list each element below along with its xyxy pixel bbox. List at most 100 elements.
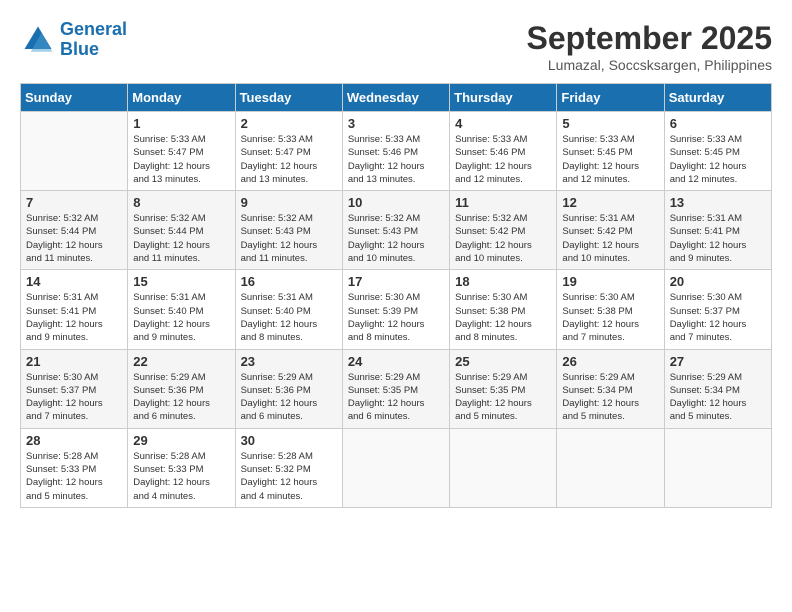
day-number: 29 — [133, 433, 229, 448]
day-number: 7 — [26, 195, 122, 210]
calendar-cell: 25 Sunrise: 5:29 AM Sunset: 5:35 PM Dayli… — [450, 349, 557, 428]
calendar-cell: 20 Sunrise: 5:30 AM Sunset: 5:37 PM Dayli… — [664, 270, 771, 349]
day-info: Sunrise: 5:33 AM Sunset: 5:45 PM Dayligh… — [562, 133, 658, 186]
logo-line1: General — [60, 19, 127, 39]
calendar-cell — [21, 112, 128, 191]
day-info: Sunrise: 5:28 AM Sunset: 5:33 PM Dayligh… — [133, 450, 229, 503]
day-info: Sunrise: 5:28 AM Sunset: 5:33 PM Dayligh… — [26, 450, 122, 503]
location: Lumazal, Soccsksargen, Philippines — [527, 57, 772, 73]
day-info: Sunrise: 5:29 AM Sunset: 5:34 PM Dayligh… — [670, 371, 766, 424]
calendar-cell: 27 Sunrise: 5:29 AM Sunset: 5:34 PM Dayli… — [664, 349, 771, 428]
day-number: 17 — [348, 274, 444, 289]
calendar-cell — [450, 428, 557, 507]
calendar-cell: 9 Sunrise: 5:32 AM Sunset: 5:43 PM Daylig… — [235, 191, 342, 270]
day-info: Sunrise: 5:32 AM Sunset: 5:44 PM Dayligh… — [26, 212, 122, 265]
header-saturday: Saturday — [664, 84, 771, 112]
page-header: General Blue September 2025 Lumazal, Soc… — [20, 20, 772, 73]
day-info: Sunrise: 5:33 AM Sunset: 5:47 PM Dayligh… — [241, 133, 337, 186]
calendar-cell: 13Sunrise: 5:31 AM Sunset: 5:41 PM Dayli… — [664, 191, 771, 270]
day-number: 18 — [455, 274, 551, 289]
day-info: Sunrise: 5:29 AM Sunset: 5:35 PM Dayligh… — [455, 371, 551, 424]
calendar-header-row: SundayMondayTuesdayWednesdayThursdayFrid… — [21, 84, 772, 112]
header-thursday: Thursday — [450, 84, 557, 112]
day-info: Sunrise: 5:31 AM Sunset: 5:40 PM Dayligh… — [241, 291, 337, 344]
calendar-cell: 23 Sunrise: 5:29 AM Sunset: 5:36 PM Dayli… — [235, 349, 342, 428]
calendar-cell — [342, 428, 449, 507]
day-number: 9 — [241, 195, 337, 210]
day-info: Sunrise: 5:33 AM Sunset: 5:47 PM Dayligh… — [133, 133, 229, 186]
day-number: 23 — [241, 354, 337, 369]
day-number: 19 — [562, 274, 658, 289]
calendar-table: SundayMondayTuesdayWednesdayThursdayFrid… — [20, 83, 772, 508]
week-row-5: 28Sunrise: 5:28 AM Sunset: 5:33 PM Dayli… — [21, 428, 772, 507]
day-info: Sunrise: 5:30 AM Sunset: 5:39 PM Dayligh… — [348, 291, 444, 344]
day-info: Sunrise: 5:33 AM Sunset: 5:46 PM Dayligh… — [348, 133, 444, 186]
day-info: Sunrise: 5:33 AM Sunset: 5:45 PM Dayligh… — [670, 133, 766, 186]
calendar-cell: 3 Sunrise: 5:33 AM Sunset: 5:46 PM Daylig… — [342, 112, 449, 191]
calendar-cell: 14 Sunrise: 5:31 AM Sunset: 5:41 PM Dayli… — [21, 270, 128, 349]
day-info: Sunrise: 5:30 AM Sunset: 5:37 PM Dayligh… — [670, 291, 766, 344]
day-number: 12 — [562, 195, 658, 210]
calendar-cell: 18 Sunrise: 5:30 AM Sunset: 5:38 PM Dayli… — [450, 270, 557, 349]
day-number: 14 — [26, 274, 122, 289]
day-number: 4 — [455, 116, 551, 131]
calendar-cell — [557, 428, 664, 507]
logo-text: General Blue — [60, 20, 127, 60]
day-info: Sunrise: 5:29 AM Sunset: 5:36 PM Dayligh… — [133, 371, 229, 424]
calendar-cell: 19 Sunrise: 5:30 AM Sunset: 5:38 PM Dayli… — [557, 270, 664, 349]
calendar-cell — [664, 428, 771, 507]
calendar-cell: 6Sunrise: 5:33 AM Sunset: 5:45 PM Daylig… — [664, 112, 771, 191]
week-row-4: 21 Sunrise: 5:30 AM Sunset: 5:37 PM Dayli… — [21, 349, 772, 428]
calendar-cell: 30Sunrise: 5:28 AM Sunset: 5:32 PM Dayli… — [235, 428, 342, 507]
day-number: 22 — [133, 354, 229, 369]
month-title: September 2025 — [527, 20, 772, 57]
calendar-cell: 24 Sunrise: 5:29 AM Sunset: 5:35 PM Dayli… — [342, 349, 449, 428]
day-info: Sunrise: 5:29 AM Sunset: 5:36 PM Dayligh… — [241, 371, 337, 424]
logo: General Blue — [20, 20, 127, 60]
calendar-cell: 7 Sunrise: 5:32 AM Sunset: 5:44 PM Daylig… — [21, 191, 128, 270]
header-tuesday: Tuesday — [235, 84, 342, 112]
day-info: Sunrise: 5:31 AM Sunset: 5:41 PM Dayligh… — [26, 291, 122, 344]
day-number: 13 — [670, 195, 766, 210]
day-number: 26 — [562, 354, 658, 369]
day-info: Sunrise: 5:31 AM Sunset: 5:42 PM Dayligh… — [562, 212, 658, 265]
day-number: 21 — [26, 354, 122, 369]
week-row-3: 14 Sunrise: 5:31 AM Sunset: 5:41 PM Dayli… — [21, 270, 772, 349]
header-sunday: Sunday — [21, 84, 128, 112]
day-info: Sunrise: 5:29 AM Sunset: 5:34 PM Dayligh… — [562, 371, 658, 424]
week-row-2: 7 Sunrise: 5:32 AM Sunset: 5:44 PM Daylig… — [21, 191, 772, 270]
day-info: Sunrise: 5:32 AM Sunset: 5:42 PM Dayligh… — [455, 212, 551, 265]
day-info: Sunrise: 5:30 AM Sunset: 5:38 PM Dayligh… — [562, 291, 658, 344]
calendar-cell: 28Sunrise: 5:28 AM Sunset: 5:33 PM Dayli… — [21, 428, 128, 507]
calendar-cell: 8Sunrise: 5:32 AM Sunset: 5:44 PM Daylig… — [128, 191, 235, 270]
calendar-cell: 11 Sunrise: 5:32 AM Sunset: 5:42 PM Dayli… — [450, 191, 557, 270]
day-number: 3 — [348, 116, 444, 131]
day-info: Sunrise: 5:30 AM Sunset: 5:38 PM Dayligh… — [455, 291, 551, 344]
day-number: 5 — [562, 116, 658, 131]
day-number: 11 — [455, 195, 551, 210]
day-number: 25 — [455, 354, 551, 369]
calendar-cell: 12 Sunrise: 5:31 AM Sunset: 5:42 PM Dayli… — [557, 191, 664, 270]
day-info: Sunrise: 5:32 AM Sunset: 5:43 PM Dayligh… — [241, 212, 337, 265]
title-block: September 2025 Lumazal, Soccsksargen, Ph… — [527, 20, 772, 73]
calendar-cell: 4 Sunrise: 5:33 AM Sunset: 5:46 PM Daylig… — [450, 112, 557, 191]
header-monday: Monday — [128, 84, 235, 112]
day-number: 20 — [670, 274, 766, 289]
day-info: Sunrise: 5:33 AM Sunset: 5:46 PM Dayligh… — [455, 133, 551, 186]
calendar-cell: 22 Sunrise: 5:29 AM Sunset: 5:36 PM Dayli… — [128, 349, 235, 428]
calendar-cell: 26 Sunrise: 5:29 AM Sunset: 5:34 PM Dayli… — [557, 349, 664, 428]
day-number: 24 — [348, 354, 444, 369]
day-number: 27 — [670, 354, 766, 369]
day-number: 1 — [133, 116, 229, 131]
header-friday: Friday — [557, 84, 664, 112]
day-number: 16 — [241, 274, 337, 289]
day-number: 2 — [241, 116, 337, 131]
calendar-cell: 2 Sunrise: 5:33 AM Sunset: 5:47 PM Daylig… — [235, 112, 342, 191]
calendar-cell: 29 Sunrise: 5:28 AM Sunset: 5:33 PM Dayli… — [128, 428, 235, 507]
day-info: Sunrise: 5:29 AM Sunset: 5:35 PM Dayligh… — [348, 371, 444, 424]
calendar-cell: 21 Sunrise: 5:30 AM Sunset: 5:37 PM Dayli… — [21, 349, 128, 428]
day-info: Sunrise: 5:30 AM Sunset: 5:37 PM Dayligh… — [26, 371, 122, 424]
calendar-cell: 5 Sunrise: 5:33 AM Sunset: 5:45 PM Daylig… — [557, 112, 664, 191]
calendar-cell: 1 Sunrise: 5:33 AM Sunset: 5:47 PM Daylig… — [128, 112, 235, 191]
calendar-cell: 16 Sunrise: 5:31 AM Sunset: 5:40 PM Dayli… — [235, 270, 342, 349]
